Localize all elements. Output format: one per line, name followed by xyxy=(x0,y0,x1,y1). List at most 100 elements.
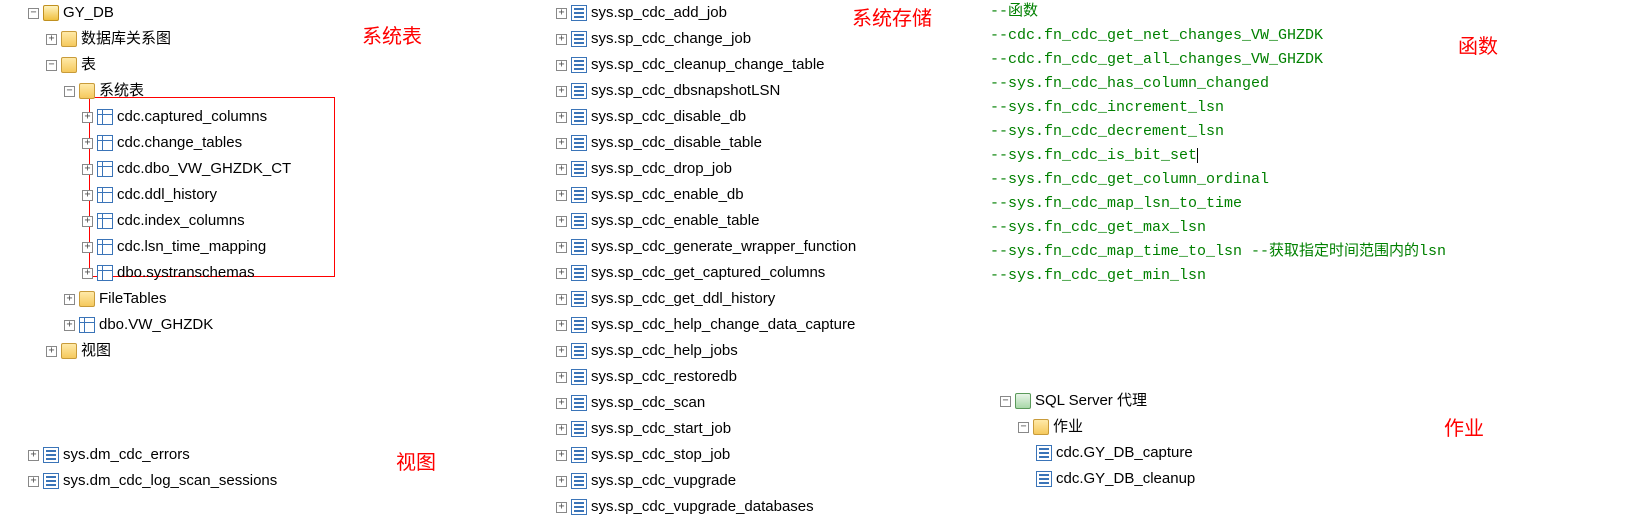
tree-node-stored-procedure[interactable]: sys.sp_cdc_vupgrade xyxy=(556,468,976,494)
expand-icon[interactable] xyxy=(82,268,93,279)
expand-icon[interactable] xyxy=(556,86,567,97)
collapse-icon[interactable] xyxy=(1018,422,1029,433)
expand-icon[interactable] xyxy=(82,138,93,149)
collapse-icon[interactable] xyxy=(46,60,57,71)
code-line: --sys.fn_cdc_decrement_lsn xyxy=(990,120,1650,144)
stored-procedure-icon xyxy=(571,213,587,229)
tree-node-stored-procedure[interactable]: sys.sp_cdc_help_jobs xyxy=(556,338,976,364)
expand-icon[interactable] xyxy=(46,346,57,357)
tree-node-stored-procedure[interactable]: sys.sp_cdc_disable_db xyxy=(556,104,976,130)
tree-node-stored-procedure[interactable]: sys.sp_cdc_dbsnapshotLSN xyxy=(556,78,976,104)
tree-node-stored-procedure[interactable]: sys.sp_cdc_add_job xyxy=(556,0,976,26)
expand-icon[interactable] xyxy=(556,320,567,331)
tree-node-job[interactable]: cdc.GY_DB_cleanup xyxy=(1000,466,1195,492)
tree-node-stored-procedure[interactable]: sys.sp_cdc_disable_table xyxy=(556,130,976,156)
tree-label: sys.sp_cdc_vupgrade xyxy=(591,468,736,494)
expand-icon[interactable] xyxy=(556,424,567,435)
tree-node-stored-procedure[interactable]: sys.sp_cdc_get_ddl_history xyxy=(556,286,976,312)
expand-icon[interactable] xyxy=(46,34,57,45)
folder-icon xyxy=(61,343,77,359)
tree-node-stored-procedure[interactable]: sys.sp_cdc_enable_db xyxy=(556,182,976,208)
tree-label: 表 xyxy=(81,52,96,78)
tree-label: cdc.dbo_VW_GHZDK_CT xyxy=(117,156,291,182)
tree-node-stored-procedure[interactable]: sys.sp_cdc_vupgrade_databases xyxy=(556,494,976,520)
table-icon xyxy=(97,187,113,203)
tree-label: 作业 xyxy=(1053,414,1083,440)
expand-icon[interactable] xyxy=(556,216,567,227)
tree-node-stored-procedure[interactable]: sys.sp_cdc_restoredb xyxy=(556,364,976,390)
tree-label: sys.sp_cdc_disable_table xyxy=(591,130,762,156)
annotation-views: 视图 xyxy=(396,446,436,475)
collapse-icon[interactable] xyxy=(64,86,75,97)
tree-node-table[interactable]: cdc.index_columns xyxy=(28,208,548,234)
tree-label: cdc.lsn_time_mapping xyxy=(117,234,266,260)
tree-node-stored-procedure[interactable]: sys.sp_cdc_enable_table xyxy=(556,208,976,234)
tree-node-user-table[interactable]: dbo.VW_GHZDK xyxy=(28,312,548,338)
expand-icon[interactable] xyxy=(82,164,93,175)
tree-label: cdc.index_columns xyxy=(117,208,245,234)
collapse-icon[interactable] xyxy=(28,8,39,19)
tree-node-tables[interactable]: 表 xyxy=(28,52,548,78)
tree-label: sys.dm_cdc_errors xyxy=(63,442,190,468)
expand-icon[interactable] xyxy=(82,190,93,201)
tree-node-table[interactable]: cdc.lsn_time_mapping xyxy=(28,234,548,260)
expand-icon[interactable] xyxy=(556,398,567,409)
expand-icon[interactable] xyxy=(556,242,567,253)
tree-node-table[interactable]: dbo.systranschemas xyxy=(28,260,548,286)
tree-node-table[interactable]: cdc.ddl_history xyxy=(28,182,548,208)
expand-icon[interactable] xyxy=(64,320,75,331)
expand-icon[interactable] xyxy=(556,502,567,513)
tree-node-filetables[interactable]: FileTables xyxy=(28,286,548,312)
expand-icon[interactable] xyxy=(556,164,567,175)
expand-icon[interactable] xyxy=(556,8,567,19)
code-line: --sys.fn_cdc_get_max_lsn xyxy=(990,216,1650,240)
code-editor[interactable]: --函数--cdc.fn_cdc_get_net_changes_VW_GHZD… xyxy=(990,0,1650,288)
expand-icon[interactable] xyxy=(556,190,567,201)
expand-icon[interactable] xyxy=(28,450,39,461)
tree-node-table[interactable]: cdc.captured_columns xyxy=(28,104,548,130)
tree-node-view[interactable]: sys.dm_cdc_log_scan_sessions xyxy=(28,468,277,494)
collapse-icon[interactable] xyxy=(1000,396,1011,407)
tree-node-table[interactable]: cdc.dbo_VW_GHZDK_CT xyxy=(28,156,548,182)
expand-icon[interactable] xyxy=(556,268,567,279)
expand-icon[interactable] xyxy=(64,294,75,305)
expand-icon[interactable] xyxy=(556,372,567,383)
tree-node-job[interactable]: cdc.GY_DB_capture xyxy=(1000,440,1195,466)
stored-procedure-icon xyxy=(571,499,587,515)
tree-node-views[interactable]: 视图 xyxy=(28,338,548,364)
tree-node-database[interactable]: GY_DB xyxy=(28,0,548,26)
expand-icon[interactable] xyxy=(556,34,567,45)
expand-icon[interactable] xyxy=(556,112,567,123)
expand-icon[interactable] xyxy=(28,476,39,487)
expand-icon[interactable] xyxy=(556,476,567,487)
tree-node-table[interactable]: cdc.change_tables xyxy=(28,130,548,156)
tree-label: 数据库关系图 xyxy=(81,26,171,52)
tree-node-view[interactable]: sys.dm_cdc_errors xyxy=(28,442,277,468)
tree-node-stored-procedure[interactable]: sys.sp_cdc_stop_job xyxy=(556,442,976,468)
expand-icon[interactable] xyxy=(556,450,567,461)
tree-node-sql-agent[interactable]: SQL Server 代理 xyxy=(1000,388,1195,414)
tree-label: GY_DB xyxy=(63,0,114,26)
tree-node-stored-procedure[interactable]: sys.sp_cdc_scan xyxy=(556,390,976,416)
tree-label: cdc.change_tables xyxy=(117,130,242,156)
expand-icon[interactable] xyxy=(556,346,567,357)
expand-icon[interactable] xyxy=(82,216,93,227)
tree-node-jobs-folder[interactable]: 作业 xyxy=(1000,414,1195,440)
tree-node-system-tables[interactable]: 系统表 xyxy=(28,78,548,104)
tree-node-diagrams[interactable]: 数据库关系图 xyxy=(28,26,548,52)
stored-procedure-icon xyxy=(571,57,587,73)
tree-node-stored-procedure[interactable]: sys.sp_cdc_change_job xyxy=(556,26,976,52)
code-line: --sys.fn_cdc_is_bit_set xyxy=(990,144,1650,168)
expand-icon[interactable] xyxy=(556,60,567,71)
tree-node-stored-procedure[interactable]: sys.sp_cdc_drop_job xyxy=(556,156,976,182)
tree-node-stored-procedure[interactable]: sys.sp_cdc_start_job xyxy=(556,416,976,442)
tree-node-stored-procedure[interactable]: sys.sp_cdc_generate_wrapper_function xyxy=(556,234,976,260)
expand-icon[interactable] xyxy=(556,138,567,149)
tree-node-stored-procedure[interactable]: sys.sp_cdc_get_captured_columns xyxy=(556,260,976,286)
tree-node-stored-procedure[interactable]: sys.sp_cdc_cleanup_change_table xyxy=(556,52,976,78)
expand-icon[interactable] xyxy=(82,112,93,123)
expand-icon[interactable] xyxy=(556,294,567,305)
expand-icon[interactable] xyxy=(82,242,93,253)
tree-node-stored-procedure[interactable]: sys.sp_cdc_help_change_data_capture xyxy=(556,312,976,338)
code-line: --sys.fn_cdc_increment_lsn xyxy=(990,96,1650,120)
